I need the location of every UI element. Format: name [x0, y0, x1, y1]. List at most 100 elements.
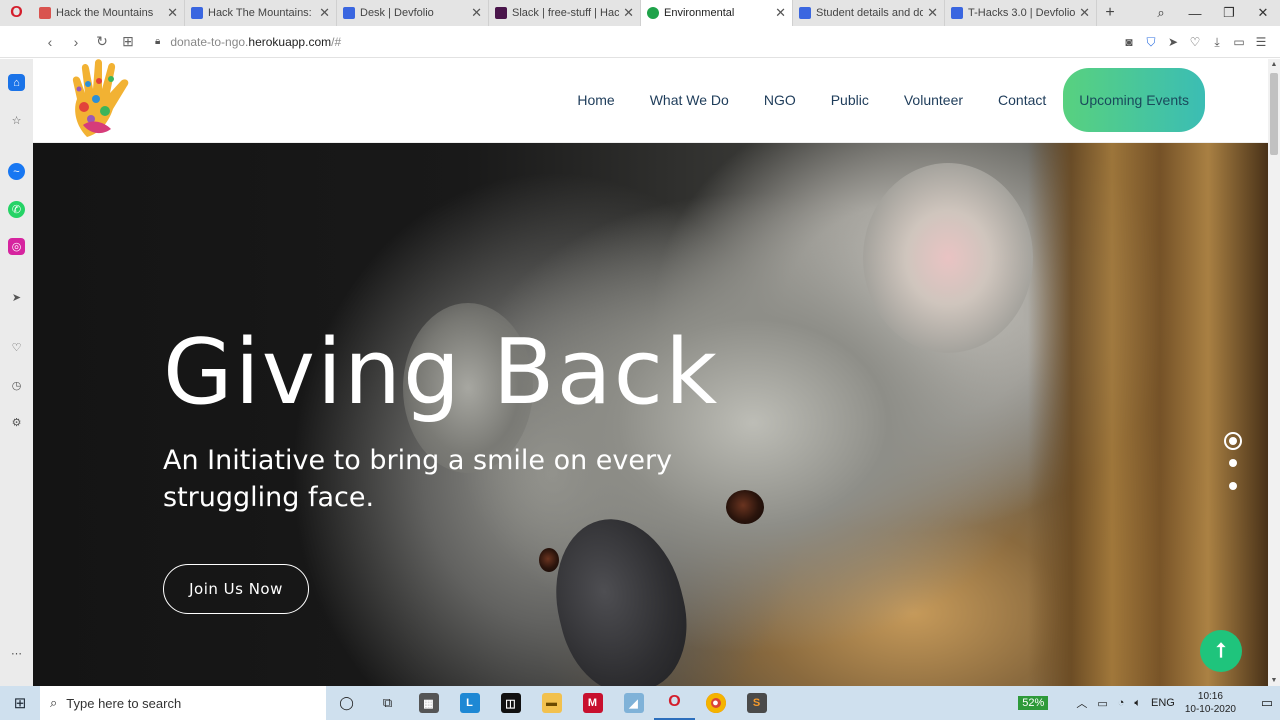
browser-tab[interactable]: Slack | free-stuff | Hack t ✕ [489, 0, 641, 26]
whatsapp-icon[interactable]: ✆ [8, 201, 25, 218]
browser-tab[interactable]: T-Hacks 3.0 | Devfolio ✕ [945, 0, 1097, 26]
address-bar: ‹ › ↻ ⊞ 🔒︎ donate-to-ngo. herokuapp.com/#… [0, 26, 1280, 58]
url-suffix: /# [331, 34, 342, 49]
send-icon[interactable]: ➤ [8, 289, 25, 306]
favicon-icon [647, 7, 659, 19]
url-field[interactable]: 🔒︎ donate-to-ngo. herokuapp.com/# [155, 35, 341, 49]
heart-icon[interactable]: ♡ [8, 339, 25, 356]
browser-tab[interactable]: Student details and doc ✕ [793, 0, 945, 26]
file-explorer-icon[interactable]: ▬ [531, 686, 572, 720]
slider-dot[interactable] [1229, 482, 1237, 490]
close-tab-icon[interactable]: ✕ [471, 5, 482, 21]
browser-tab[interactable]: Hack The Mountains: Da ✕ [185, 0, 337, 26]
scroll-up-icon[interactable]: ▲ [1268, 61, 1280, 68]
slider-dot[interactable] [1229, 459, 1237, 467]
close-tab-icon[interactable]: ✕ [775, 5, 786, 21]
app-l-icon[interactable]: L [449, 686, 490, 720]
battery-indicator[interactable]: 52% [1018, 696, 1049, 710]
sublime-text-icon[interactable]: S [736, 686, 777, 720]
nav-home[interactable]: Home [577, 92, 614, 108]
home-icon[interactable]: ⌂ [8, 74, 25, 91]
opera-taskbar-icon[interactable]: O [654, 686, 695, 720]
close-tab-icon[interactable]: ✕ [1079, 5, 1090, 21]
restore-icon[interactable]: ❐ [1212, 5, 1246, 21]
send-icon[interactable]: ➤ [1162, 35, 1184, 49]
favicon-icon [799, 7, 811, 19]
upcoming-events-button[interactable]: Upcoming Events [1063, 68, 1205, 132]
search-icon: ⌕ [50, 695, 58, 710]
scroll-to-top-button[interactable]: ⭡ [1200, 630, 1242, 672]
wifi-icon[interactable]: ◔ [1118, 697, 1125, 709]
forward-icon[interactable]: › [63, 34, 89, 50]
window-controls: ⌕ — ❐ ✕ [1144, 0, 1280, 26]
clock[interactable]: 10:16 10-10-2020 [1185, 690, 1236, 716]
windows-start-icon[interactable]: ⊞ [0, 686, 40, 720]
task-view-icon[interactable]: ⧉ [367, 686, 408, 720]
slider-dot-active[interactable] [1224, 432, 1242, 450]
opera-menu-icon[interactable]: O [0, 0, 33, 26]
tab-title: Slack | free-stuff | Hack t [512, 7, 620, 19]
url-host: herokuapp.com [248, 34, 332, 49]
search-tabs-icon[interactable]: ⌕ [1144, 5, 1178, 21]
close-tab-icon[interactable]: ✕ [927, 5, 938, 21]
messenger-icon[interactable]: ~ [8, 163, 25, 180]
lock-icon: 🔒︎ [155, 36, 161, 47]
nav-public[interactable]: Public [831, 92, 869, 108]
join-us-button[interactable]: Join Us Now [163, 564, 309, 614]
tab-title: Hack The Mountains: Da [208, 7, 315, 19]
taskbar-search-box[interactable]: ⌕ Type here to search [40, 686, 326, 720]
minimize-icon[interactable]: — [1178, 6, 1212, 21]
hero-title: Giving Back [163, 320, 720, 425]
mcafee-icon[interactable]: M [572, 686, 613, 720]
nav-volunteer[interactable]: Volunteer [904, 92, 963, 108]
close-tab-icon[interactable]: ✕ [319, 5, 330, 21]
volume-icon[interactable]: 🔈︎ [1134, 697, 1141, 710]
browser-tab[interactable]: Hack the Mountains ✕ [33, 0, 185, 26]
reload-icon[interactable]: ↻ [89, 33, 115, 50]
close-window-icon[interactable]: ✕ [1246, 5, 1280, 21]
clock-date: 10-10-2020 [1184, 704, 1236, 715]
nav-what-we-do[interactable]: What We Do [650, 92, 729, 108]
browser-tab[interactable]: Desk | Devfolio ✕ [337, 0, 489, 26]
language-indicator[interactable]: ENG [1151, 697, 1175, 709]
heart-icon[interactable]: ♡ [1184, 35, 1206, 49]
download-icon[interactable]: ⤓ [1206, 35, 1228, 50]
notifications-icon[interactable]: ▭ [1254, 695, 1280, 711]
chevron-up-icon[interactable]: ︿ [1076, 695, 1087, 711]
app-paint-icon[interactable]: ◢ [613, 686, 654, 720]
favicon-icon [191, 7, 203, 19]
easy-setup-icon[interactable]: ☰ [1250, 35, 1272, 49]
hero-subtitle: An Initiative to bring a smile on every … [163, 445, 673, 513]
url-prefix: donate-to-ngo. [170, 34, 249, 49]
page-scrollbar[interactable]: ▲ ▼ [1268, 59, 1280, 686]
settings-icon[interactable]: ⚙ [8, 414, 25, 431]
browser-tab-active[interactable]: Environmental ✕ [641, 0, 793, 26]
instagram-icon[interactable]: ◎ [8, 238, 25, 255]
favicon-icon [951, 7, 963, 19]
app-black-icon[interactable]: ◫ [490, 686, 531, 720]
speed-dial-icon[interactable]: ⊞ [115, 33, 141, 50]
nav-ngo[interactable]: NGO [764, 92, 796, 108]
tab-title: Hack the Mountains [56, 7, 154, 19]
chrome-icon[interactable]: ● [695, 686, 736, 720]
history-icon[interactable]: ◷ [8, 377, 25, 394]
close-tab-icon[interactable]: ✕ [167, 5, 178, 21]
cortana-icon[interactable]: ◯ [326, 686, 367, 720]
scrollbar-thumb[interactable] [1270, 73, 1278, 155]
clock-time: 10:16 [1197, 691, 1223, 702]
new-tab-icon[interactable]: + [1097, 4, 1123, 22]
nav-contact[interactable]: Contact [998, 92, 1046, 108]
favicon-icon [343, 7, 355, 19]
star-icon[interactable]: ☆ [8, 112, 25, 129]
snapshot-icon[interactable]: ◙ [1118, 35, 1140, 49]
back-icon[interactable]: ‹ [37, 34, 63, 50]
scroll-down-icon[interactable]: ▼ [1268, 677, 1280, 684]
close-tab-icon[interactable]: ✕ [623, 5, 634, 21]
vpn-shield-icon[interactable]: ⛉ [1140, 35, 1162, 50]
battery-saver-icon[interactable]: ▭ [1228, 35, 1250, 49]
battery-icon[interactable]: ▭ [1097, 697, 1107, 710]
more-icon[interactable]: ⋯ [8, 645, 25, 662]
favicon-icon [495, 7, 507, 19]
calculator-icon[interactable]: ▦ [408, 686, 449, 720]
hand-logo-icon[interactable] [69, 59, 143, 139]
